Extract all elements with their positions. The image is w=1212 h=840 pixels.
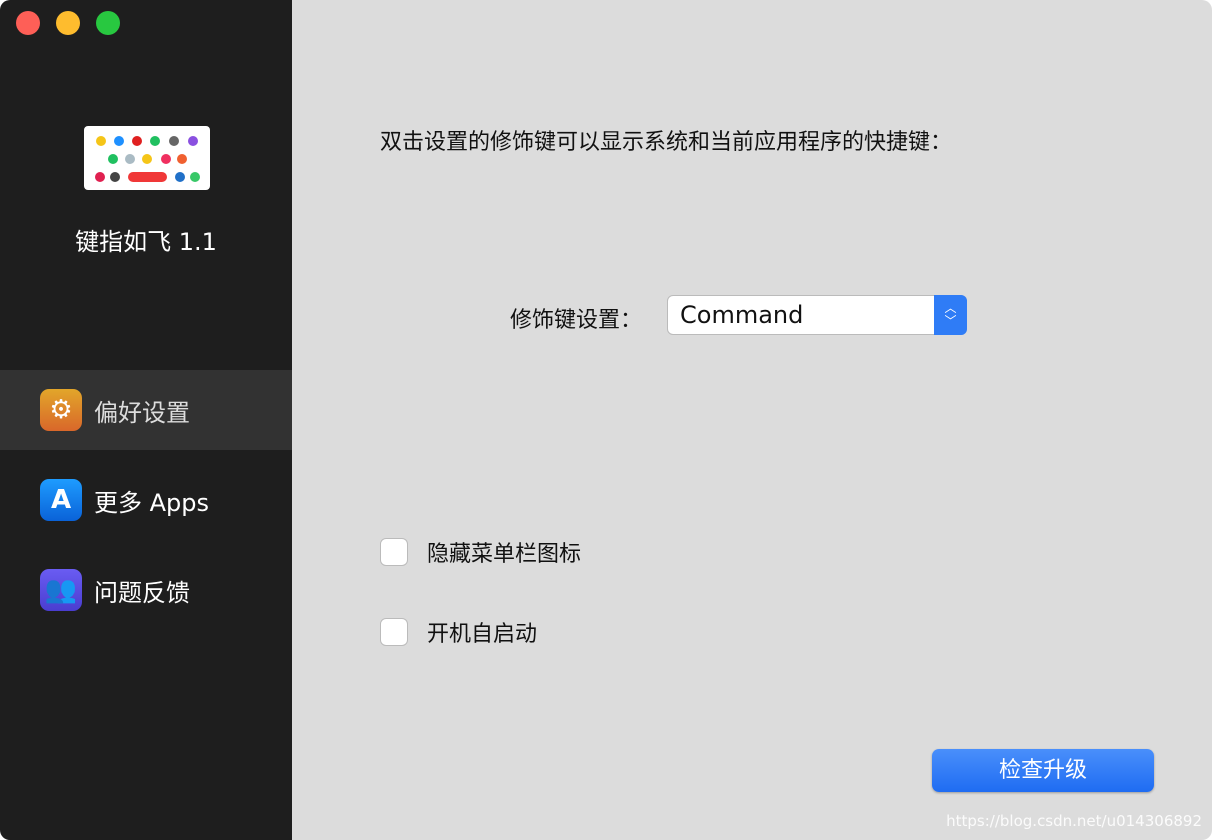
sidebar-item-feedback[interactable]: 👥 问题反馈 bbox=[0, 550, 292, 630]
gear-icon: ⚙ bbox=[40, 389, 82, 431]
hide-menubar-icon-checkbox[interactable]: 隐藏菜单栏图标 bbox=[380, 536, 581, 568]
preferences-pane: 双击设置的修饰键可以显示系统和当前应用程序的快捷键： 修饰键设置： Comman… bbox=[292, 0, 1212, 840]
sidebar-item-label: 问题反馈 bbox=[94, 578, 190, 607]
minimize-button[interactable] bbox=[56, 11, 80, 35]
sidebar-item-label: 偏好设置 bbox=[94, 398, 190, 427]
sidebar-item-label: 更多 Apps bbox=[94, 488, 210, 517]
modifier-value: Command bbox=[680, 301, 804, 329]
modifier-select[interactable]: Command ︿ ﹀ bbox=[667, 295, 967, 335]
sidebar-item-preferences[interactable]: ⚙ 偏好设置 bbox=[0, 370, 292, 450]
checkbox-label: 隐藏菜单栏图标 bbox=[427, 542, 582, 567]
watermark: https://blog.csdn.net/u014306892 bbox=[946, 812, 1202, 830]
sidebar-item-more-apps[interactable]: A 更多 Apps bbox=[0, 460, 292, 540]
app-window: 键指如飞 1.1 ⚙ 偏好设置 A 更多 Apps 👥 问题反馈 双击设置的修饰… bbox=[0, 0, 1212, 840]
description-text: 双击设置的修饰键可以显示系统和当前应用程序的快捷键： bbox=[380, 130, 953, 155]
app-name: 键指如飞 1.1 bbox=[75, 228, 217, 256]
people-icon: 👥 bbox=[40, 569, 82, 611]
modifier-label: 修饰键设置： bbox=[510, 308, 643, 333]
checkbox-label: 开机自启动 bbox=[427, 622, 538, 647]
checkbox[interactable] bbox=[380, 538, 408, 566]
app-logo bbox=[84, 126, 210, 190]
launch-at-login-checkbox[interactable]: 开机自启动 bbox=[380, 616, 537, 648]
close-button[interactable] bbox=[16, 11, 40, 35]
check-update-button[interactable]: 检查升级 bbox=[932, 749, 1154, 792]
sidebar: 键指如飞 1.1 ⚙ 偏好设置 A 更多 Apps 👥 问题反馈 bbox=[0, 0, 292, 840]
app-store-icon: A bbox=[40, 479, 82, 521]
checkbox[interactable] bbox=[380, 618, 408, 646]
chevron-updown-icon: ︿ ﹀ bbox=[934, 295, 967, 335]
zoom-button[interactable] bbox=[96, 11, 120, 35]
